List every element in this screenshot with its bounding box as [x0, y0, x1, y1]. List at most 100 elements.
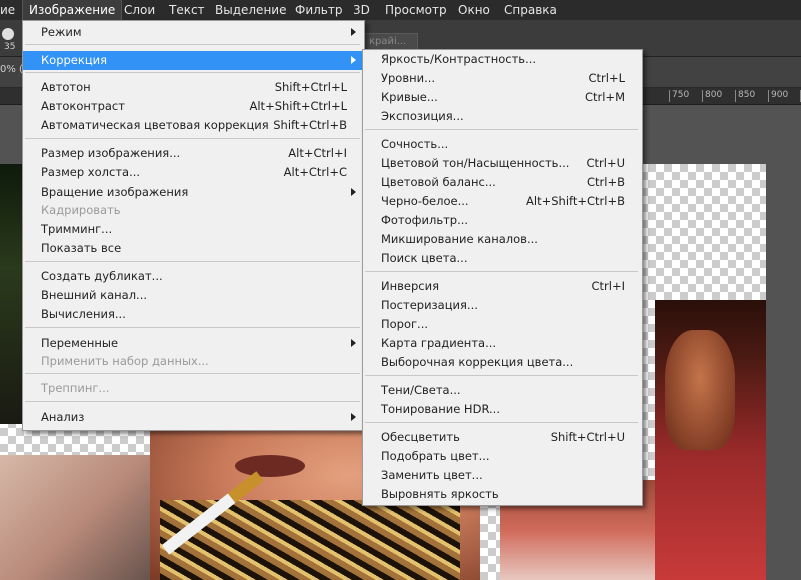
- menu-item-replace-color[interactable]: Заменить цвет...: [363, 466, 640, 485]
- menu-item-color-balance[interactable]: Цветовой баланс... Ctrl+B: [363, 173, 640, 192]
- menu-item-label: Автоконтраст: [41, 99, 125, 113]
- menu-item-label: Применить набор данных...: [41, 354, 209, 368]
- menu-item-label: Уровни...: [381, 71, 436, 85]
- menu-item-posterize[interactable]: Постеризация...: [363, 296, 640, 315]
- menu-item-label: Создать дубликат...: [41, 269, 163, 283]
- menu-item-adjustments[interactable]: Коррекция: [23, 51, 362, 70]
- submenu-arrow-icon: [351, 28, 356, 36]
- menu-item-label: Инверсия: [381, 279, 439, 293]
- menu-item-variables[interactable]: Переменные: [23, 334, 362, 353]
- menu-item-vibrance[interactable]: Сочность...: [363, 135, 640, 154]
- menu-item-label: Тени/Света...: [381, 383, 461, 397]
- menu-image[interactable]: Изображение: [22, 0, 123, 20]
- menu-item-label: Автотон: [41, 80, 91, 94]
- menu-item-label: Тонирование HDR...: [381, 402, 500, 416]
- menu-item-label: Переменные: [41, 336, 119, 350]
- submenu-arrow-icon: [351, 413, 356, 421]
- separator: [25, 138, 360, 139]
- menu-item-channel-mixer[interactable]: Микширование каналов...: [363, 230, 640, 249]
- menu-item-black-white[interactable]: Черно-белое... Alt+Shift+Ctrl+B: [363, 192, 640, 211]
- refine-edge-button[interactable]: крайі...: [364, 33, 418, 50]
- shortcut-label: Alt+Shift+Ctrl+B: [526, 194, 625, 208]
- menu-item-image-rotation[interactable]: Вращение изображения: [23, 183, 362, 202]
- menu-item-label: Подобрать цвет...: [381, 449, 490, 463]
- menu-item-label: Автоматическая цветовая коррекция: [41, 118, 269, 132]
- menu-item-brightness-contrast[interactable]: Яркость/Контрастность...: [363, 50, 640, 69]
- menu-item-threshold[interactable]: Порог...: [363, 315, 640, 334]
- menu-item-label: Режим: [41, 25, 82, 39]
- menu-item-auto-tone[interactable]: Автотон Shift+Ctrl+L: [23, 78, 362, 97]
- menu-layers[interactable]: Слои: [118, 0, 161, 20]
- photo-region: [235, 455, 305, 477]
- menu-type[interactable]: Текст: [163, 0, 211, 20]
- menu-item-label: Карта градиента...: [381, 336, 497, 350]
- ruler-label: 900: [768, 90, 788, 102]
- menu-item-hue-saturation[interactable]: Цветовой тон/Насыщенность... Ctrl+U: [363, 154, 640, 173]
- menu-item-label: Постеризация...: [381, 298, 478, 312]
- separator: [25, 72, 360, 73]
- menu-item-color-lookup[interactable]: Поиск цвета...: [363, 249, 640, 268]
- separator: [365, 129, 638, 130]
- menu-3d[interactable]: 3D: [347, 0, 376, 20]
- menu-item-invert[interactable]: Инверсия Ctrl+I: [363, 277, 640, 296]
- ruler-label: 850: [735, 90, 755, 102]
- menu-item-label: Показать все: [41, 241, 122, 255]
- menu-item-label: Заменить цвет...: [381, 468, 483, 482]
- menu-item-label: Тримминг...: [41, 222, 113, 236]
- menu-view[interactable]: Просмотр: [379, 0, 453, 20]
- menu-item-label: Вращение изображения: [41, 185, 189, 199]
- separator: [365, 271, 638, 272]
- menu-item-auto-contrast[interactable]: Автоконтраст Alt+Shift+Ctrl+L: [23, 97, 362, 116]
- menu-item-apply-image[interactable]: Внешний канал...: [23, 286, 362, 305]
- shortcut-label: Alt+Ctrl+C: [283, 165, 347, 179]
- separator: [25, 373, 360, 374]
- menu-item-reveal-all[interactable]: Показать все: [23, 239, 362, 258]
- menu-item-apply-data-set: Применить набор данных...: [23, 352, 362, 371]
- menu-item-levels[interactable]: Уровни... Ctrl+L: [363, 69, 640, 88]
- menu-item-label: Микширование каналов...: [381, 232, 538, 246]
- menu-item-analysis[interactable]: Анализ: [23, 408, 362, 427]
- ruler-label: 750: [669, 90, 689, 102]
- menu-item-canvas-size[interactable]: Размер холста... Alt+Ctrl+C: [23, 163, 362, 182]
- menu-item-image-size[interactable]: Размер изображения... Alt+Ctrl+I: [23, 144, 362, 163]
- menu-item-trim[interactable]: Тримминг...: [23, 220, 362, 239]
- separator: [25, 401, 360, 402]
- shortcut-label: Ctrl+L: [588, 71, 625, 85]
- menu-item-label: Яркость/Контрастность...: [381, 52, 537, 66]
- menu-item-label: Выборочная коррекция цвета...: [381, 355, 574, 369]
- menu-item-photo-filter[interactable]: Фотофильтр...: [363, 211, 640, 230]
- menu-item-mode[interactable]: Режим: [23, 23, 362, 42]
- menu-item-calculations[interactable]: Вычисления...: [23, 305, 362, 324]
- menu-item-label: Выровнять яркость: [381, 487, 499, 501]
- menu-item-duplicate[interactable]: Создать дубликат...: [23, 267, 362, 286]
- menu-item-label: Черно-белое...: [381, 194, 469, 208]
- menu-item-label: Обесцветить: [381, 430, 460, 444]
- menu-help[interactable]: Справка: [498, 0, 563, 20]
- menu-item-label: Экспозиция...: [381, 109, 464, 123]
- menu-item-hdr-toning[interactable]: Тонирование HDR...: [363, 400, 640, 419]
- menu-item-shadows-highlights[interactable]: Тени/Света...: [363, 381, 640, 400]
- shortcut-label: Ctrl+M: [584, 90, 625, 104]
- menu-item-curves[interactable]: Кривые... Ctrl+M: [363, 88, 640, 107]
- menu-filter[interactable]: Фильтр: [289, 0, 348, 20]
- menubar: ие Изображение Слои Текст Выделение Филь…: [0, 0, 801, 20]
- menu-item-match-color[interactable]: Подобрать цвет...: [363, 447, 640, 466]
- menu-select[interactable]: Выделение: [209, 0, 292, 20]
- menu-item-auto-color[interactable]: Автоматическая цветовая коррекция Shift+C…: [23, 116, 362, 135]
- menu-item-equalize[interactable]: Выровнять яркость: [363, 485, 640, 504]
- menu-item-gradient-map[interactable]: Карта градиента...: [363, 334, 640, 353]
- submenu-arrow-icon: [351, 188, 356, 196]
- menu-edit[interactable]: ие: [0, 0, 21, 20]
- submenu-arrow-icon: [351, 339, 356, 347]
- zoom-level-label: 0% (: [0, 64, 23, 75]
- brush-size-label: 35: [4, 42, 16, 52]
- separator: [25, 261, 360, 262]
- menu-item-exposure[interactable]: Экспозиция...: [363, 107, 640, 126]
- menu-window[interactable]: Окно: [452, 0, 496, 20]
- brush-preset-icon[interactable]: [2, 28, 14, 40]
- menu-item-label: Цветовой баланс...: [381, 175, 496, 189]
- menu-item-selective-color[interactable]: Выборочная коррекция цвета...: [363, 353, 640, 372]
- shortcut-label: Shift+Ctrl+L: [274, 80, 347, 94]
- menu-item-desaturate[interactable]: Обесцветить Shift+Ctrl+U: [363, 428, 640, 447]
- menu-item-label: Кривые...: [381, 90, 438, 104]
